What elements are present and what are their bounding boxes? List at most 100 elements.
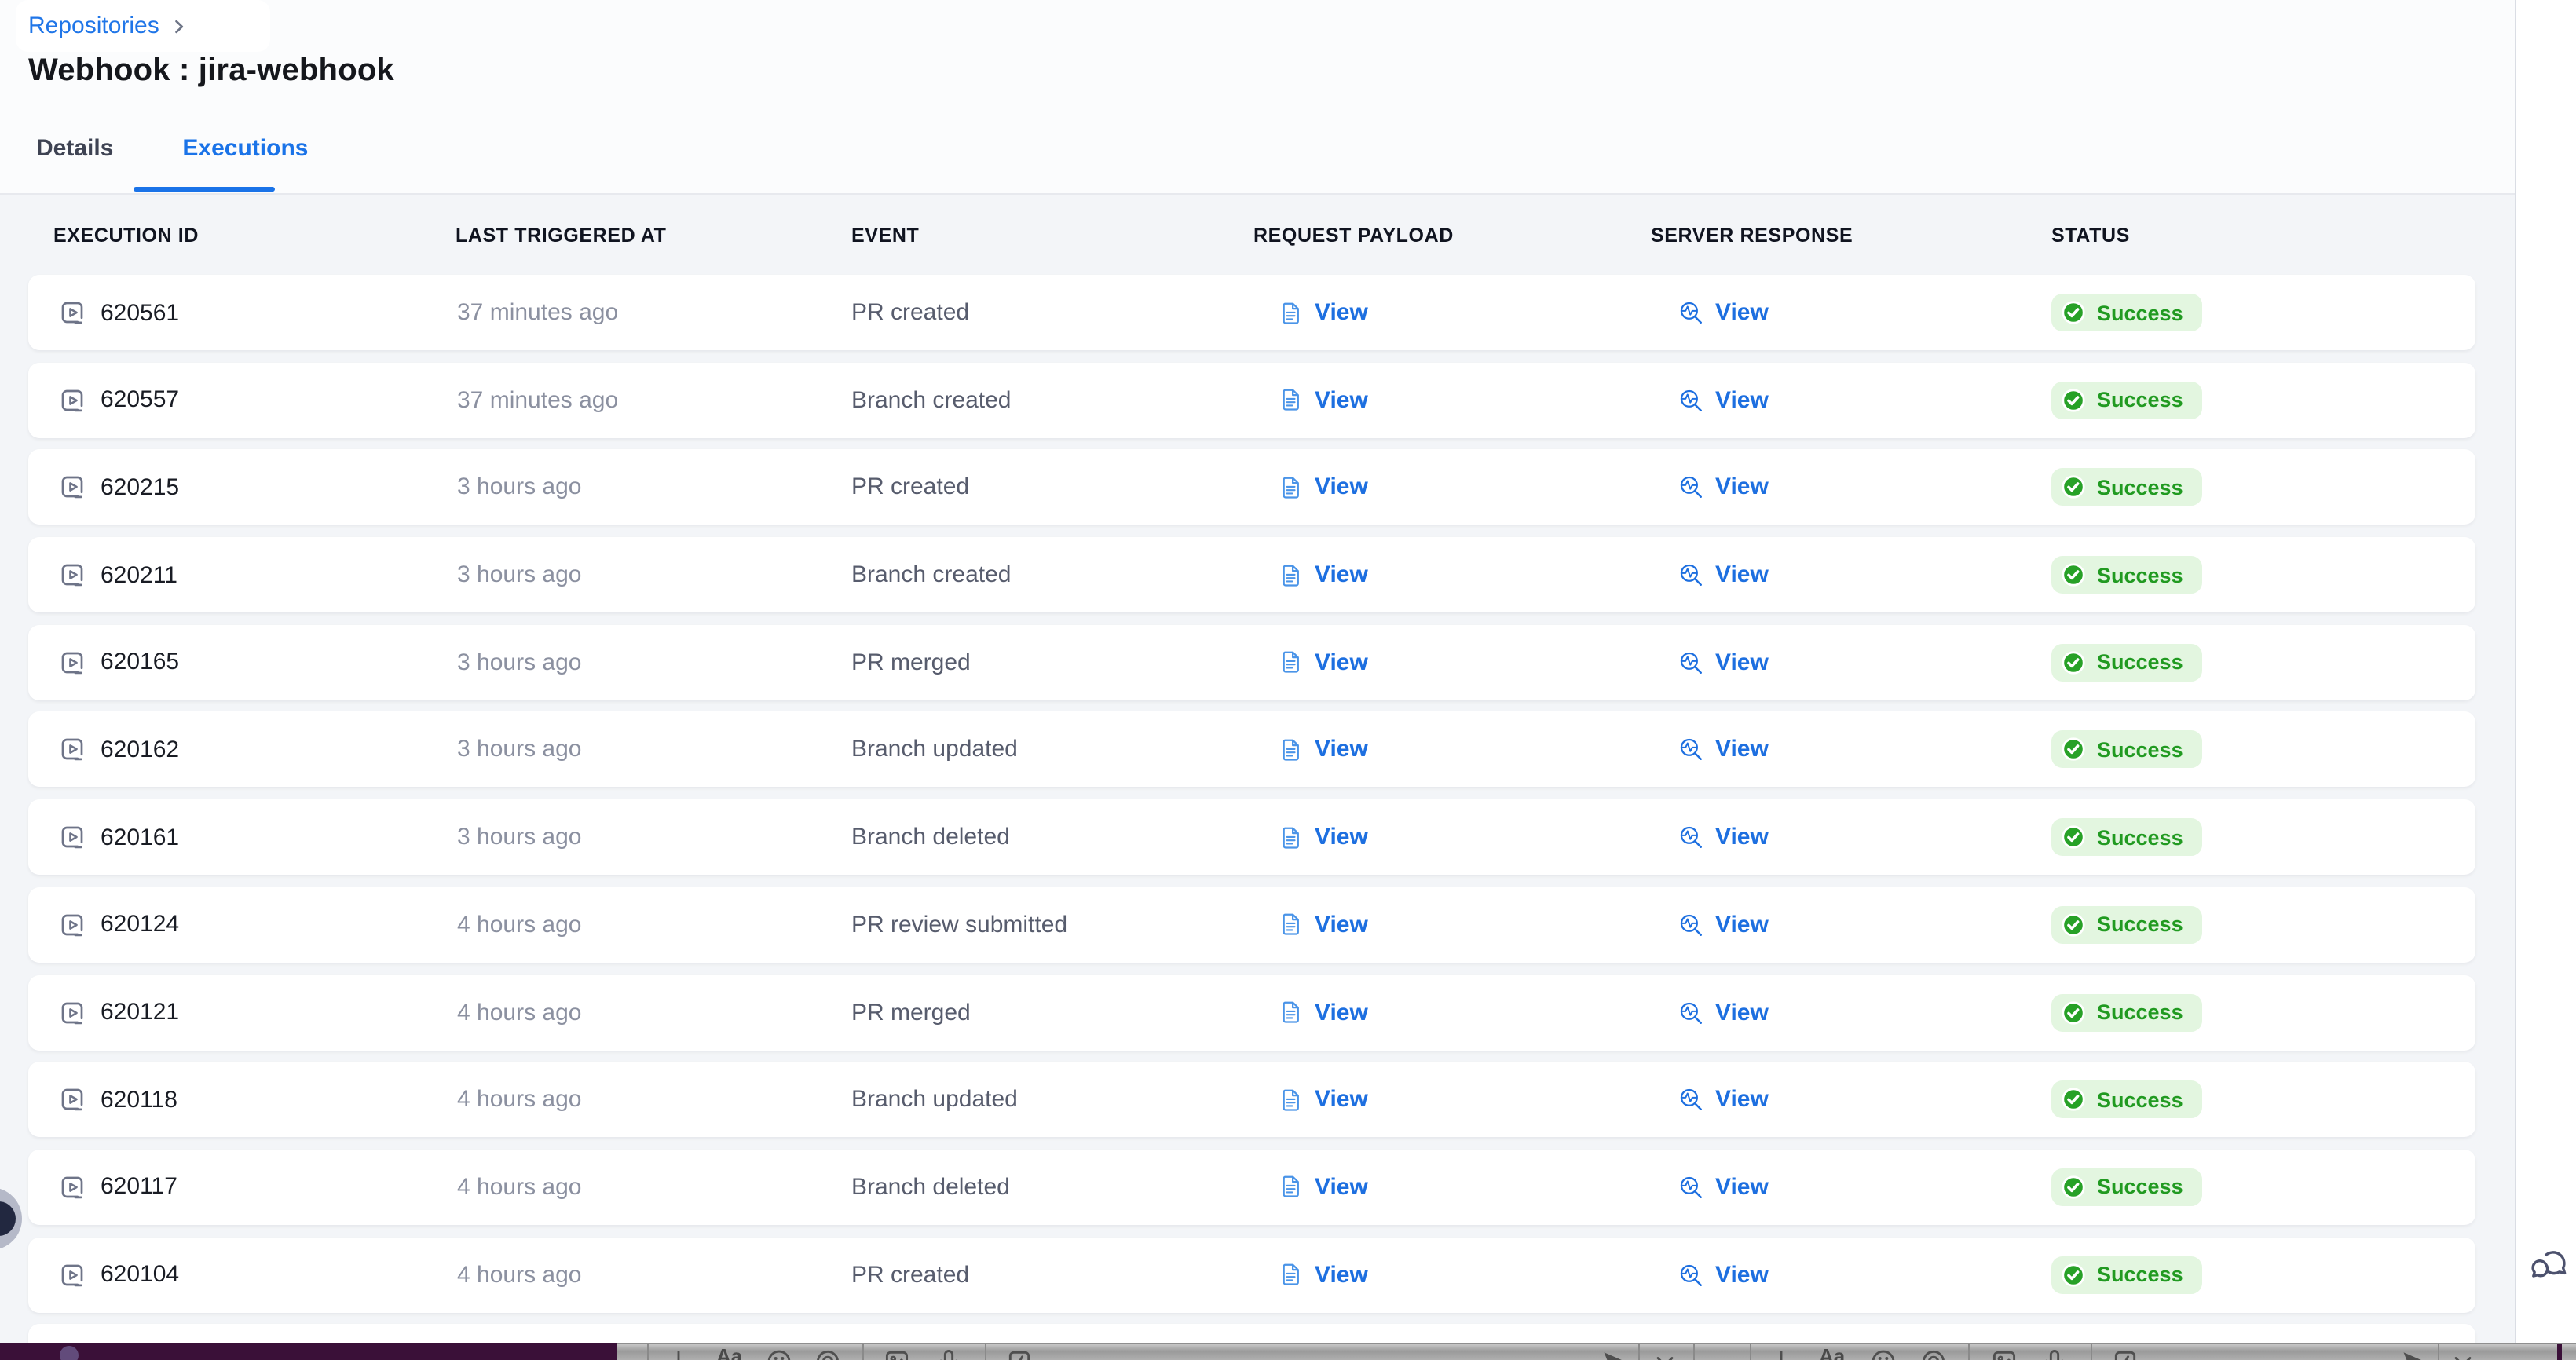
mic-icon[interactable] — [2040, 1347, 2069, 1360]
status-cell: Success — [2051, 381, 2202, 419]
last-triggered-cell: 37 minutes ago — [457, 386, 618, 413]
document-icon — [1279, 1262, 1304, 1287]
event-cell: PR review submitted — [851, 912, 1067, 938]
server-response-cell: View — [1678, 1086, 1769, 1113]
request-payload-cell: View — [1279, 474, 1368, 501]
request-payload-view-link[interactable]: View — [1279, 824, 1368, 850]
server-response-cell: View — [1678, 999, 1769, 1025]
status-badge: Success — [2051, 818, 2202, 856]
status-badge: Success — [2051, 1256, 2202, 1293]
event-cell: Branch created — [851, 561, 1011, 588]
image-icon[interactable] — [1990, 1347, 2018, 1360]
request-payload-view-link[interactable]: View — [1279, 912, 1368, 938]
request-payload-view-link[interactable]: View — [1279, 1261, 1368, 1288]
table-row: 620211 3 hours ago Branch created View — [28, 537, 2475, 612]
mention-icon[interactable] — [1919, 1347, 1948, 1360]
execution-id-cell: 620165 — [58, 649, 179, 677]
server-response-view-link[interactable]: View — [1678, 386, 1769, 413]
execution-id-value: 620561 — [101, 299, 179, 326]
check-circle-icon — [2061, 912, 2086, 938]
request-payload-view-link[interactable]: View — [1279, 1174, 1368, 1201]
tab-details[interactable]: Details — [36, 135, 113, 162]
request-payload-cell: View — [1279, 1086, 1368, 1113]
server-response-view-link[interactable]: View — [1678, 1261, 1769, 1288]
execution-id-cell: 620118 — [58, 1085, 177, 1113]
execution-id-value: 620211 — [101, 561, 177, 588]
request-payload-view-link[interactable]: View — [1279, 386, 1368, 413]
plus-icon[interactable] — [664, 1347, 693, 1360]
execution-id-cell: 620117 — [58, 1173, 177, 1201]
breadcrumb-link-repositories[interactable]: Repositories — [28, 13, 159, 39]
tab-bar: Details Executions — [36, 135, 308, 162]
tab-executions[interactable]: Executions — [182, 135, 308, 162]
server-response-view-link[interactable]: View — [1678, 999, 1769, 1025]
right-rail — [2515, 0, 2576, 1343]
inspect-response-icon — [1678, 1261, 1704, 1288]
check-circle-icon — [2061, 824, 2086, 850]
table-row: 620557 37 minutes ago Branch created Vie… — [28, 362, 2475, 437]
chat-bubbles-icon[interactable] — [2529, 1244, 2570, 1285]
request-payload-view-link[interactable]: View — [1279, 474, 1368, 501]
table-row: 620121 4 hours ago PR merged View — [28, 974, 2475, 1050]
server-response-view-link[interactable]: View — [1678, 561, 1769, 588]
text-format-icon[interactable]: Aa — [1819, 1346, 1845, 1360]
server-response-cell: View — [1678, 824, 1769, 850]
execution-id-value: 620165 — [101, 649, 179, 676]
request-payload-cell: View — [1279, 561, 1368, 588]
image-icon[interactable] — [883, 1347, 911, 1360]
request-payload-view-link[interactable]: View — [1279, 649, 1368, 676]
mention-icon[interactable] — [814, 1347, 842, 1360]
emoji-icon[interactable] — [1869, 1347, 1897, 1360]
inspect-response-icon — [1678, 999, 1704, 1025]
server-response-cell: View — [1678, 561, 1769, 588]
request-payload-view-link[interactable]: View — [1279, 737, 1368, 763]
view-label: View — [1315, 999, 1368, 1025]
last-triggered-cell: 3 hours ago — [457, 649, 581, 676]
document-icon — [1279, 300, 1304, 325]
server-response-cell: View — [1678, 649, 1769, 676]
event-cell: PR created — [851, 1261, 969, 1288]
server-response-cell: View — [1678, 299, 1769, 326]
shortcut-icon[interactable] — [1005, 1347, 1034, 1360]
check-circle-icon — [2061, 562, 2086, 587]
plus-icon[interactable] — [1767, 1347, 1795, 1360]
chevron-down-icon[interactable] — [2449, 1347, 2477, 1360]
col-header-request-payload: REQUEST PAYLOAD — [1253, 224, 1454, 246]
request-payload-view-link[interactable]: View — [1279, 1086, 1368, 1113]
status-label: Success — [2097, 738, 2183, 762]
server-response-view-link[interactable]: View — [1678, 912, 1769, 938]
table-row: 620104 4 hours ago PR created View — [28, 1237, 2475, 1312]
shortcut-icon[interactable] — [2111, 1347, 2139, 1360]
view-label: View — [1315, 299, 1368, 326]
request-payload-view-link[interactable]: View — [1279, 999, 1368, 1025]
server-response-view-link[interactable]: View — [1678, 474, 1769, 501]
server-response-view-link[interactable]: View — [1678, 299, 1769, 326]
view-label: View — [1715, 824, 1769, 850]
server-response-view-link[interactable]: View — [1678, 1086, 1769, 1113]
event-cell: PR merged — [851, 649, 971, 676]
toolbar-divider — [1750, 1344, 1751, 1360]
chevron-down-icon[interactable] — [1651, 1347, 1679, 1360]
event-cell: Branch deleted — [851, 1174, 1010, 1201]
request-payload-view-link[interactable]: View — [1279, 299, 1368, 326]
inspect-response-icon — [1678, 561, 1704, 588]
mic-icon[interactable] — [935, 1347, 963, 1360]
document-icon — [1279, 824, 1304, 850]
execution-id-cell: 620161 — [58, 823, 179, 851]
status-label: Success — [2097, 913, 2183, 937]
emoji-icon[interactable] — [765, 1347, 793, 1360]
status-cell: Success — [2051, 1168, 2202, 1206]
status-badge: Success — [2051, 731, 2202, 769]
server-response-view-link[interactable]: View — [1678, 737, 1769, 763]
server-response-view-link[interactable]: View — [1678, 824, 1769, 850]
document-icon — [1279, 475, 1304, 500]
send-icon[interactable] — [1601, 1347, 1629, 1360]
view-label: View — [1715, 299, 1769, 326]
document-icon — [1279, 737, 1304, 762]
server-response-view-link[interactable]: View — [1678, 649, 1769, 676]
send-icon[interactable] — [2400, 1347, 2428, 1360]
server-response-view-link[interactable]: View — [1678, 1174, 1769, 1201]
text-format-icon[interactable]: Aa — [716, 1346, 742, 1360]
inspect-response-icon — [1678, 912, 1704, 938]
request-payload-view-link[interactable]: View — [1279, 561, 1368, 588]
